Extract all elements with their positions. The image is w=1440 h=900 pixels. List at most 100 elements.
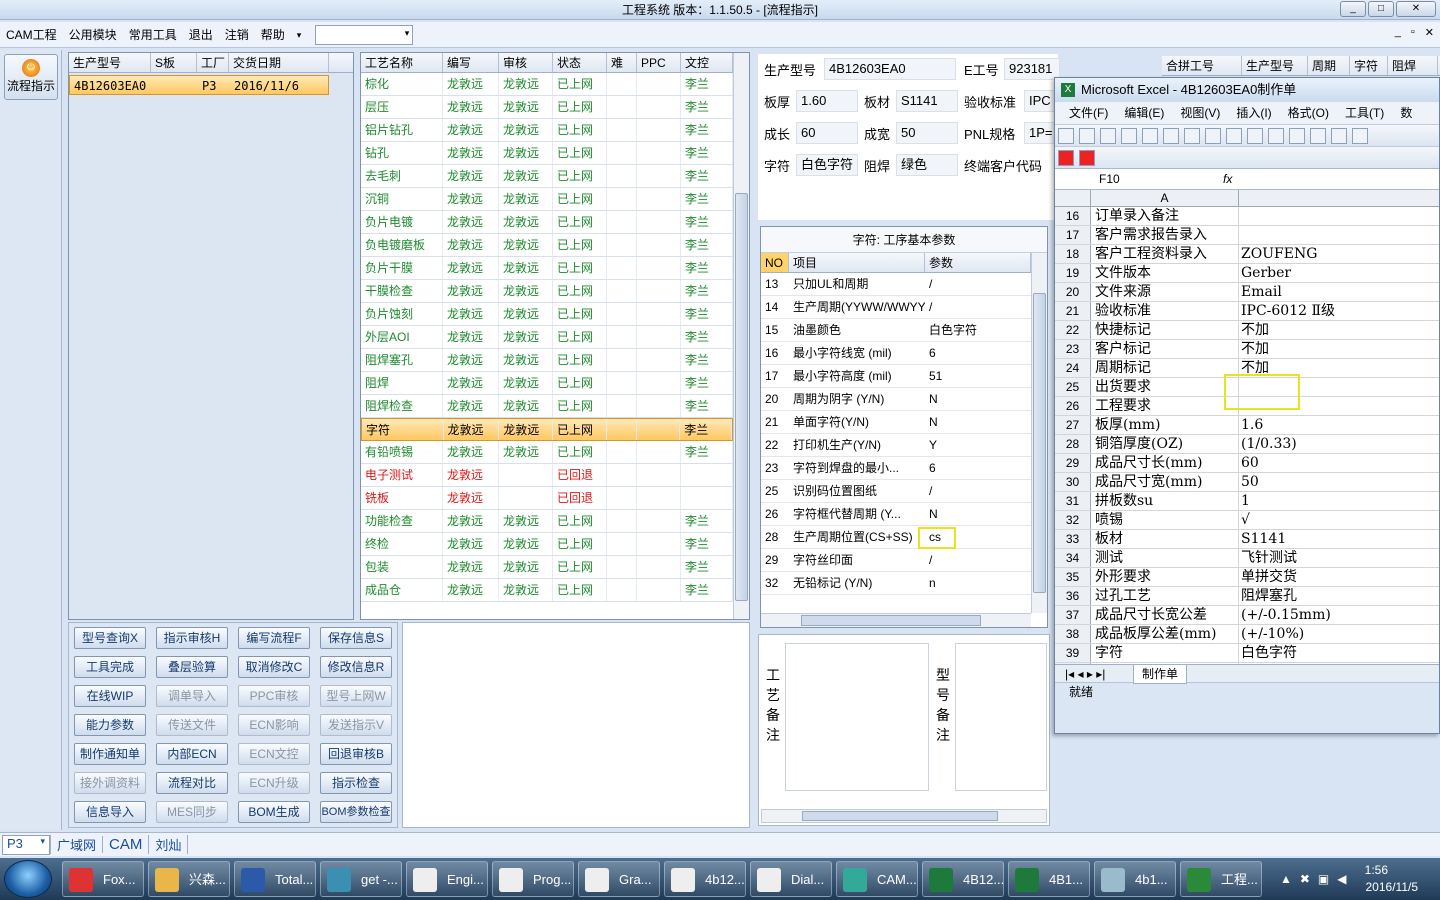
menu-common-module[interactable]: 公用模块 <box>63 22 123 48</box>
excel-cell-b[interactable]: Gerber <box>1239 264 1439 282</box>
excel-cell-a[interactable]: 板材 <box>1091 530 1239 548</box>
table-row[interactable]: 负片电镀 龙敦远 龙敦远 已上网 李兰 <box>361 211 733 234</box>
excel-row-number[interactable]: 38 <box>1055 625 1091 643</box>
action-button-26[interactable]: MES同步 <box>156 801 228 823</box>
table-row[interactable]: 16 最小字符线宽 (mil) 6 <box>761 342 1031 365</box>
orders-col-delivery[interactable]: 交货日期 <box>229 53 329 72</box>
excel-cell-a[interactable]: 成品板厚公差(mm) <box>1091 625 1239 643</box>
table-row[interactable]: 功能检查 龙敦远 龙敦远 已上网 李兰 <box>361 510 733 533</box>
excel-row-number[interactable]: 24 <box>1055 359 1091 377</box>
excel-cell-b[interactable]: 阻焊塞孔 <box>1239 587 1439 605</box>
process-notes-field[interactable] <box>785 643 929 791</box>
taskbar-item[interactable]: 4B1... <box>1008 861 1090 897</box>
excel-cell-a[interactable]: 成品尺寸宽(mm) <box>1091 473 1239 491</box>
tray-icons[interactable]: ▲✖▣◀ <box>1280 872 1355 886</box>
excel-cell-b[interactable]: S1141 <box>1239 530 1439 548</box>
excel-cell-a[interactable]: 客户工程资料录入 <box>1091 245 1239 263</box>
taskbar-item[interactable]: Engi... <box>406 861 488 897</box>
table-row[interactable]: 层压 龙敦远 龙敦远 已上网 李兰 <box>361 96 733 119</box>
table-row[interactable]: 23 字符到焊盘的最小... 6 <box>761 457 1031 480</box>
action-button-11[interactable]: PPC审核 <box>238 685 310 707</box>
taskbar-item[interactable]: CAM... <box>836 861 918 897</box>
field-width[interactable]: 50 <box>896 122 958 144</box>
excel-cell-b[interactable]: 不加 <box>1239 321 1439 339</box>
field-soldermask[interactable]: 绿色 <box>896 154 958 176</box>
excel-cell-b[interactable]: √ <box>1239 511 1439 529</box>
proc-col-ppc[interactable]: PPC <box>637 53 681 72</box>
field-length[interactable]: 60 <box>796 122 858 144</box>
excel-cell-a[interactable]: 板厚(mm) <box>1091 416 1239 434</box>
excel-menu-item[interactable]: 插入(I) <box>1228 102 1279 124</box>
excel-row-number[interactable]: 29 <box>1055 454 1091 472</box>
taskbar-item[interactable]: 4b1... <box>1094 861 1176 897</box>
excel-row-number[interactable]: 34 <box>1055 549 1091 567</box>
excel-cell-b[interactable]: Email <box>1239 283 1439 301</box>
orders-col-model[interactable]: 生产型号 <box>69 53 151 72</box>
params-col-no[interactable]: NO <box>761 253 789 272</box>
menu-overflow-arrow[interactable]: ▾ <box>291 22 308 48</box>
excel-menu-item[interactable]: 文件(F) <box>1061 102 1116 124</box>
excel-row-number[interactable]: 28 <box>1055 435 1091 453</box>
table-row[interactable]: 包装 龙敦远 龙敦远 已上网 李兰 <box>361 556 733 579</box>
excel-cell-a[interactable]: 文件来源 <box>1091 283 1239 301</box>
excel-row-number[interactable]: 35 <box>1055 568 1091 586</box>
excel-cell-a[interactable]: 喷锡 <box>1091 511 1239 529</box>
action-button-2[interactable]: 指示审核H <box>156 627 228 649</box>
excel-cell-a[interactable]: 外形要求 <box>1091 568 1239 586</box>
action-button-27[interactable]: BOM生成 <box>238 801 310 823</box>
action-button-10[interactable]: 调单导入 <box>156 685 228 707</box>
excel-cell-a[interactable]: 工程要求 <box>1091 397 1239 415</box>
action-button-6[interactable]: 叠层验算 <box>156 656 228 678</box>
excel-cell-b[interactable]: (+/-10%) <box>1239 625 1439 643</box>
action-button-15[interactable]: ECN影响 <box>238 714 310 736</box>
table-row[interactable]: 26 字符框代替周期 (Y... N <box>761 503 1031 526</box>
table-row[interactable]: 有铅喷锡 龙敦远 龙敦远 已上网 李兰 <box>361 441 733 464</box>
start-button[interactable] <box>4 860 52 898</box>
flow-indicator-button[interactable]: ⏻ 流程指示 <box>4 54 58 100</box>
excel-menu-item[interactable]: 编辑(E) <box>1116 102 1172 124</box>
excel-cell-b[interactable]: 1 <box>1239 492 1439 510</box>
excel-row-number[interactable]: 26 <box>1055 397 1091 415</box>
proc-col-name[interactable]: 工艺名称 <box>361 53 443 72</box>
excel-row-number[interactable]: 20 <box>1055 283 1091 301</box>
field-model[interactable]: 4B12603EA0 <box>824 58 956 80</box>
sheet-nav-arrows[interactable]: |◂ ◂ ▸ ▸| <box>1065 665 1105 683</box>
excel-row-number[interactable]: 32 <box>1055 511 1091 529</box>
table-row[interactable]: 28 生产周期位置(CS+SS) cs <box>761 526 1031 549</box>
excel-menu-item[interactable]: 格式(O) <box>1280 102 1337 124</box>
action-button-24[interactable]: 指示检查 <box>320 772 392 794</box>
minimize-button[interactable]: _ <box>1340 1 1366 17</box>
table-row[interactable]: 电子测试 龙敦远 已回退 <box>361 464 733 487</box>
excel-row-number[interactable]: 31 <box>1055 492 1091 510</box>
excel-cell-a[interactable]: 客户标记 <box>1091 340 1239 358</box>
excel-cell-b[interactable]: 1.6 <box>1239 416 1439 434</box>
field-legend[interactable]: 白色字符 <box>796 154 858 176</box>
action-button-20[interactable]: 回退审核B <box>320 743 392 765</box>
excel-menu-item[interactable]: 视图(V) <box>1172 102 1228 124</box>
excel-cell-a[interactable]: 快捷标记 <box>1091 321 1239 339</box>
tab-wan[interactable]: 广域网 <box>50 835 102 854</box>
table-row[interactable]: 13 只加UL和周期 / <box>761 273 1031 296</box>
params-vscroll[interactable] <box>1031 253 1047 613</box>
action-button-16[interactable]: 发送指示V <box>320 714 392 736</box>
plant-combo[interactable]: P3 ▾ <box>2 834 50 855</box>
excel-cell-b[interactable]: ZOUFENG <box>1239 245 1439 263</box>
excel-cell-a[interactable]: 成品尺寸长宽公差 <box>1091 606 1239 624</box>
excel-cell-b[interactable]: 白色字符 <box>1239 644 1439 662</box>
excel-cell-b[interactable] <box>1239 226 1439 244</box>
excel-row-number[interactable]: 37 <box>1055 606 1091 624</box>
taskbar-item[interactable]: Dial... <box>750 861 832 897</box>
table-row[interactable]: 25 识别码位置图纸 / <box>761 480 1031 503</box>
action-button-3[interactable]: 编写流程F <box>238 627 310 649</box>
table-row[interactable]: 29 字符丝印面 / <box>761 549 1031 572</box>
menu-logout[interactable]: 注销 <box>219 22 255 48</box>
table-row[interactable]: 铝片钻孔 龙敦远 龙敦远 已上网 李兰 <box>361 119 733 142</box>
table-row[interactable]: 22 打印机生产(Y/N) Y <box>761 434 1031 457</box>
excel-name-box[interactable]: F10 <box>1059 169 1167 189</box>
excel-row-number[interactable]: 30 <box>1055 473 1091 491</box>
model-notes-field[interactable] <box>955 643 1047 791</box>
table-row[interactable]: 17 最小字符高度 (mil) 51 <box>761 365 1031 388</box>
excel-cell-a[interactable]: 过孔工艺 <box>1091 587 1239 605</box>
table-row[interactable]: 20 周期为阴字 (Y/N) N <box>761 388 1031 411</box>
table-row[interactable]: 成品仓 龙敦远 龙敦远 已上网 李兰 <box>361 579 733 602</box>
